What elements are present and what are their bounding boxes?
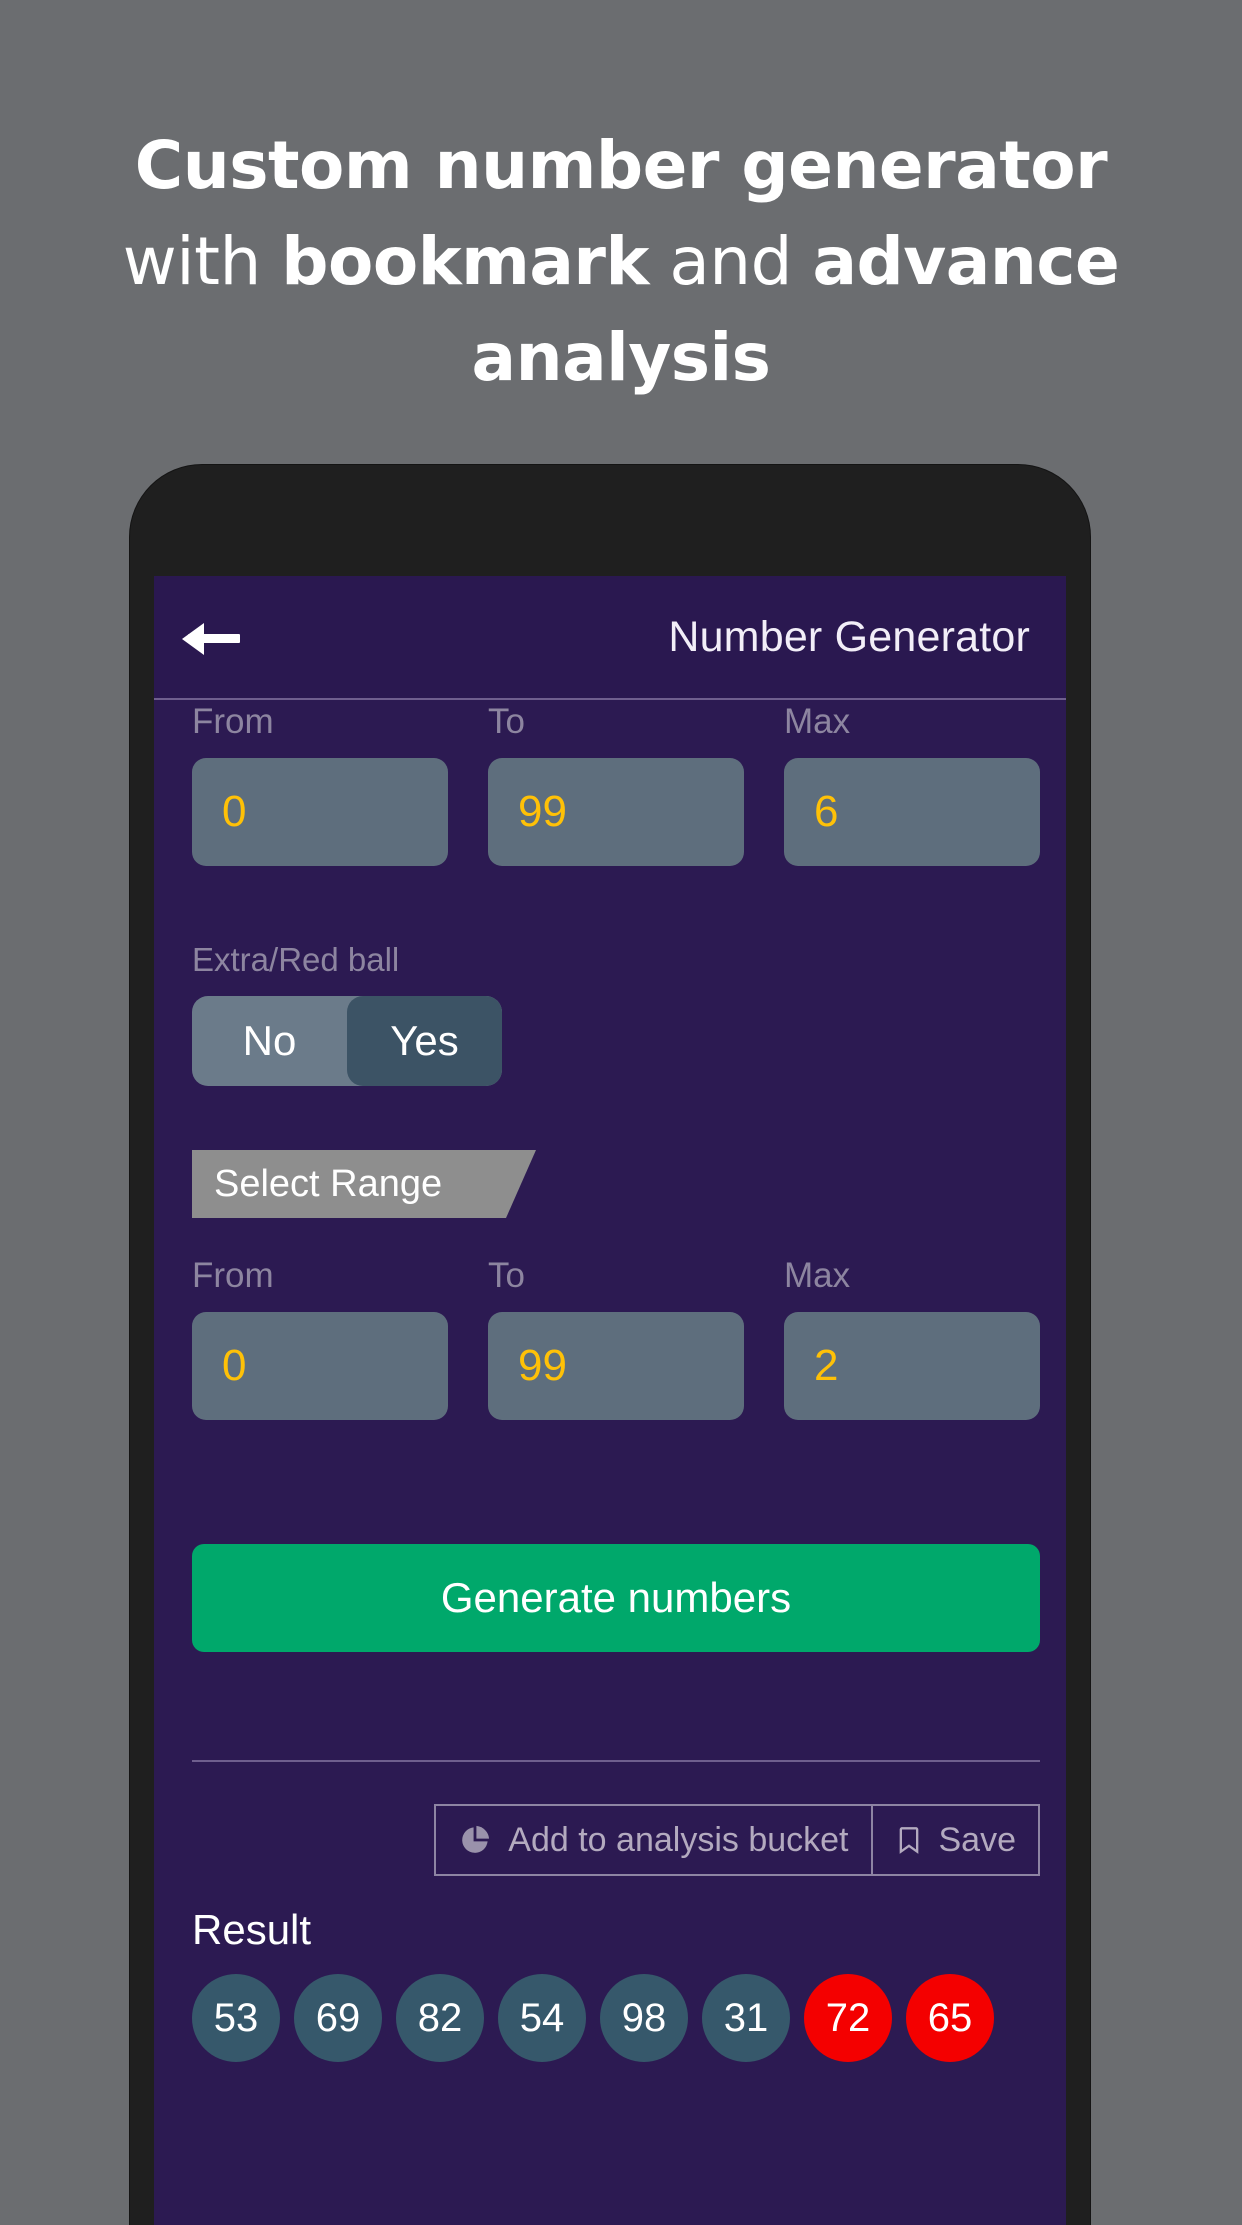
- secondary-from-group: From 0: [192, 1254, 448, 1420]
- secondary-from-label: From: [192, 1256, 274, 1295]
- result-ball[interactable]: 69: [294, 1974, 382, 2062]
- result-ball[interactable]: 72: [804, 1974, 892, 2062]
- secondary-from-input[interactable]: 0: [192, 1312, 448, 1420]
- back-arrow-head: [182, 623, 204, 655]
- promo-headline: Custom number generator with bookmark an…: [0, 118, 1242, 406]
- promo-line-3: analysis: [70, 310, 1172, 406]
- pie-chart-icon: [462, 1825, 490, 1853]
- select-range-ribbon[interactable]: Select Range: [192, 1150, 536, 1218]
- secondary-max-group: Max 2: [784, 1254, 1040, 1420]
- primary-from-group: From 0: [192, 700, 448, 866]
- primary-max-label: Max: [784, 702, 851, 741]
- add-to-analysis-bucket-button[interactable]: Add to analysis bucket: [434, 1804, 873, 1876]
- secondary-max-value: 2: [814, 1341, 839, 1390]
- result-ball[interactable]: 65: [906, 1974, 994, 2062]
- back-arrow-icon[interactable]: [182, 617, 240, 657]
- phone-screen: Number Generator From 0 To 99 Max 6 Extr…: [154, 576, 1066, 2225]
- promo-line2-mid: and: [648, 223, 813, 300]
- secondary-max-input[interactable]: 2: [784, 1312, 1040, 1420]
- result-ball[interactable]: 98: [600, 1974, 688, 2062]
- extra-ball-toggle[interactable]: No Yes: [192, 996, 502, 1086]
- select-range-ribbon-wrap: Select Range: [192, 1150, 1046, 1218]
- secondary-to-label: To: [488, 1256, 525, 1295]
- generate-numbers-button[interactable]: Generate numbers: [192, 1544, 1040, 1652]
- promo-line2-prefix: with: [122, 223, 282, 300]
- primary-range-row: From 0 To 99 Max 6: [174, 700, 1046, 866]
- secondary-to-input[interactable]: 99: [488, 1312, 744, 1420]
- promo-line2-bold1: bookmark: [281, 223, 649, 300]
- primary-max-value: 6: [814, 787, 839, 836]
- screen-body: From 0 To 99 Max 6 Extra/Red ball No Yes…: [154, 700, 1066, 2062]
- primary-to-value: 99: [518, 787, 567, 836]
- primary-from-input[interactable]: 0: [192, 758, 448, 866]
- save-button[interactable]: Save: [872, 1804, 1040, 1876]
- primary-to-group: To 99: [488, 700, 744, 866]
- secondary-from-value: 0: [222, 1341, 247, 1390]
- result-balls: 53 69 82 54 98 31 72 65: [174, 1974, 1046, 2062]
- extra-ball-option-no[interactable]: No: [192, 996, 347, 1086]
- secondary-range-row: From 0 To 99 Max 2: [174, 1254, 1046, 1420]
- primary-max-group: Max 6: [784, 700, 1040, 866]
- secondary-to-group: To 99: [488, 1254, 744, 1420]
- extra-ball-label: Extra/Red ball: [192, 941, 400, 978]
- app-bar: Number Generator: [154, 576, 1066, 698]
- result-ball[interactable]: 31: [702, 1974, 790, 2062]
- promo-line-1: Custom number generator: [70, 118, 1172, 214]
- promo-line1-bold: Custom number generator: [134, 127, 1108, 204]
- save-label: Save: [938, 1820, 1017, 1859]
- result-label: Result: [192, 1906, 312, 1953]
- page-title: Number Generator: [668, 612, 1030, 661]
- bookmark-icon: [899, 1827, 918, 1854]
- result-ball[interactable]: 82: [396, 1974, 484, 2062]
- add-to-analysis-bucket-label: Add to analysis bucket: [508, 1820, 849, 1859]
- extra-ball-option-yes[interactable]: Yes: [347, 996, 502, 1086]
- promo-line3-bold: analysis: [471, 319, 771, 396]
- secondary-to-value: 99: [518, 1341, 567, 1390]
- secondary-max-label: Max: [784, 1256, 851, 1295]
- primary-from-label: From: [192, 702, 274, 741]
- phone-frame: Number Generator From 0 To 99 Max 6 Extr…: [130, 465, 1090, 2225]
- action-bar: Add to analysis bucket Save: [174, 1804, 1046, 1876]
- primary-to-label: To: [488, 702, 525, 741]
- primary-max-input[interactable]: 6: [784, 758, 1040, 866]
- primary-to-input[interactable]: 99: [488, 758, 744, 866]
- result-ball[interactable]: 54: [498, 1974, 586, 2062]
- promo-line-2: with bookmark and advance: [70, 214, 1172, 310]
- result-ball[interactable]: 53: [192, 1974, 280, 2062]
- promo-line2-bold2: advance: [812, 223, 1120, 300]
- primary-from-value: 0: [222, 787, 247, 836]
